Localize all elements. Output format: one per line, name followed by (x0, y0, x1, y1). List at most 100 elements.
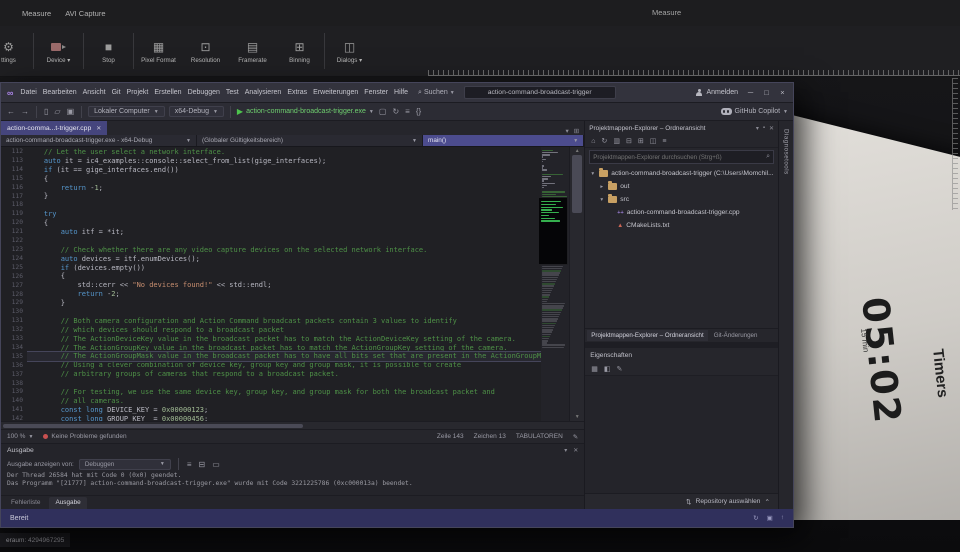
code-line[interactable]: if (it == gige_interfaces.end()) (27, 166, 584, 175)
vs-menu-erstellen[interactable]: Erstellen (151, 87, 184, 98)
code-line[interactable]: // which devices should respond to a bro… (27, 326, 584, 335)
copilot-button[interactable]: GitHub Copilot ▼ (721, 108, 788, 115)
switch-view-icon[interactable]: ▥ (613, 137, 620, 145)
editor-tab-active[interactable]: action-comma...t-trigger.cpp ✕ (1, 121, 107, 135)
side-tab-diagnostics[interactable]: Diagnosetools (783, 129, 790, 509)
alphabetical-icon[interactable]: ◧ (604, 365, 611, 373)
vs-menu-bearbeiten[interactable]: Bearbeiten (40, 87, 80, 98)
vs-menu-test[interactable]: Test (223, 87, 242, 98)
tab-list-icon[interactable]: ▾ (566, 127, 569, 135)
code-line[interactable]: } (27, 299, 584, 308)
capture-tool-stop[interactable]: ■Stop (85, 28, 132, 75)
collapse-all-icon[interactable]: ⊟ (626, 137, 632, 145)
save-icon[interactable]: ▣ (66, 107, 76, 116)
tree-item-cmakelists-txt[interactable]: ▲ CMakeLists.txt (585, 219, 778, 232)
target-machine-dropdown[interactable]: Lokaler Computer▼ (88, 106, 165, 117)
output-source-dropdown[interactable]: Debuggen▼ (79, 459, 171, 470)
expand-all-icon[interactable]: ⊞ (638, 137, 644, 145)
code-line[interactable]: // Let the user select a network interfa… (27, 148, 584, 157)
maximize-button[interactable]: □ (759, 86, 774, 100)
vs-menu-projekt[interactable]: Projekt (124, 87, 152, 98)
refresh-icon[interactable]: ↻ (601, 137, 607, 145)
vs-menu-debuggen[interactable]: Debuggen (185, 87, 223, 98)
indentation-indicator[interactable]: TABULATOREN (516, 433, 563, 440)
code-line[interactable] (27, 308, 584, 317)
chevron-down-icon[interactable]: ▾ (756, 125, 759, 132)
close-button[interactable]: × (775, 86, 790, 100)
publish-icon[interactable]: ↑ (781, 514, 784, 522)
code-line[interactable]: std::cerr << "No devices found!" << std:… (27, 281, 584, 290)
horizontal-scrollbar[interactable] (1, 421, 584, 429)
tree-item-action-command-broadcast-trigger-c-users[interactable]: ▾ action-command-broadcast-trigger (C:\U… (585, 167, 778, 180)
debug-tool-icon[interactable]: ▢ (378, 107, 388, 116)
code-line[interactable]: // arbitrary groups of cameras that resp… (27, 370, 584, 379)
code-line[interactable]: try (27, 210, 584, 219)
code-line[interactable]: // Using a clever combination of device … (27, 361, 584, 370)
minimize-button[interactable]: ─ (743, 86, 758, 100)
dock-tab-projektmappen-explorer-ordneransicht[interactable]: Projektmappen-Explorer – Ordneransicht (587, 330, 707, 341)
code-line[interactable]: auto it = ic4_examples::console::select_… (27, 157, 584, 166)
vs-menu-erweiterungen[interactable]: Erweiterungen (310, 87, 361, 98)
nav-target-dropdown[interactable]: action-command-broadcast-trigger.exe - x… (1, 135, 197, 146)
configuration-dropdown[interactable]: x64-Debug▼ (169, 106, 224, 117)
capture-menu-avi-capture[interactable]: AVI Capture (65, 9, 105, 18)
code-line[interactable] (27, 201, 584, 210)
capture-tool-binning[interactable]: ⊞Binning (276, 28, 323, 75)
code-line[interactable] (27, 379, 584, 388)
tree-item-out[interactable]: ▸ out (585, 180, 778, 193)
vs-menu-ansicht[interactable]: Ansicht (80, 87, 109, 98)
capture-tool-dialogs[interactable]: ◫Dialogs ▾ (326, 28, 373, 75)
vs-menu-hilfe[interactable]: Hilfe (391, 87, 411, 98)
open-file-icon[interactable]: ▱ (53, 107, 61, 116)
word-wrap-icon[interactable]: ≡ (186, 460, 193, 469)
close-panel-icon[interactable]: ✕ (769, 125, 774, 132)
code-line[interactable]: } (27, 192, 584, 201)
capture-tool-device[interactable]: Device ▾ (35, 28, 82, 75)
dock-tab-git-nderungen[interactable]: Git-Änderungen (710, 330, 762, 341)
categorized-icon[interactable]: ▦ (591, 365, 598, 373)
capture-menu-measure[interactable]: Measure (22, 9, 51, 18)
property-pages-icon[interactable]: ✎ (617, 365, 623, 373)
expander-icon[interactable]: ▾ (589, 171, 596, 177)
code-line[interactable]: // The ActionGroupKey value in the broad… (27, 344, 584, 353)
capture-tool-resolution[interactable]: ⊡Resolution (182, 28, 229, 75)
code-line[interactable]: auto itf = *it; (27, 228, 584, 237)
zoom-dropdown[interactable]: 100 %▼ (7, 433, 33, 440)
tree-item-action-command-broadcast-trigger-cpp[interactable]: ++ action-command-broadcast-trigger.cpp (585, 206, 778, 219)
nav-member-dropdown[interactable]: main()▼ (423, 135, 584, 146)
vs-menu-analysieren[interactable]: Analysieren (242, 87, 285, 98)
code-line[interactable]: return -1; (27, 184, 584, 193)
sync-icon[interactable]: ↻ (753, 514, 758, 522)
vs-search-control[interactable]: ⌕ Suchen ▼ (418, 89, 455, 97)
capture-tool-pixel-format[interactable]: ▦Pixel Format (135, 28, 182, 75)
code-lines[interactable]: // Let the user select a network interfa… (27, 147, 584, 421)
code-line[interactable]: // The ActionDeviceKey value in the broa… (27, 335, 584, 344)
clear-output-icon[interactable]: ⊟ (197, 460, 206, 469)
pin-icon[interactable]: ▪ (763, 125, 765, 132)
code-line[interactable]: auto devices = itf.enumDevices(); (27, 255, 584, 264)
minimap[interactable] (541, 147, 569, 421)
forward-icon[interactable]: → (20, 107, 30, 116)
code-line[interactable]: // For testing, we use the same device k… (27, 388, 584, 397)
nav-scope-dropdown[interactable]: (Globaler Gültigkeitsbereich)▼ (197, 135, 423, 146)
vs-menu-fenster[interactable]: Fenster (361, 87, 391, 98)
output-text[interactable]: Der Thread 26584 hat mit Code 0 (0x0) ge… (1, 471, 584, 495)
refresh-icon[interactable]: ↻ (391, 107, 400, 116)
expander-icon[interactable]: ▸ (598, 184, 605, 190)
code-line[interactable] (27, 237, 584, 246)
code-editor[interactable]: 1121131141151161171181191201211221231241… (1, 147, 584, 421)
new-file-icon[interactable]: ▯ (43, 107, 49, 116)
capture-tool-framerate[interactable]: ▤Framerate (229, 28, 276, 75)
scroll-down-icon[interactable]: ▼ (570, 414, 584, 420)
code-line[interactable]: return -2; (27, 290, 584, 299)
tree-item-src[interactable]: ▾ src (585, 193, 778, 206)
show-all-files-icon[interactable]: ◫ (650, 137, 657, 145)
sign-in-button[interactable]: Anmelden (695, 89, 738, 97)
panel-tab-ausgabe[interactable]: Ausgabe (49, 497, 86, 509)
vertical-scrollbar-thumb[interactable] (572, 155, 582, 213)
vs-menu-datei[interactable]: Datei (17, 87, 39, 98)
expander-icon[interactable]: ▾ (598, 197, 605, 203)
pin-output-icon[interactable]: ▭ (211, 460, 221, 469)
split-window-icon[interactable]: ⊞ (574, 127, 579, 135)
preview-icon[interactable]: ≡ (662, 138, 666, 145)
